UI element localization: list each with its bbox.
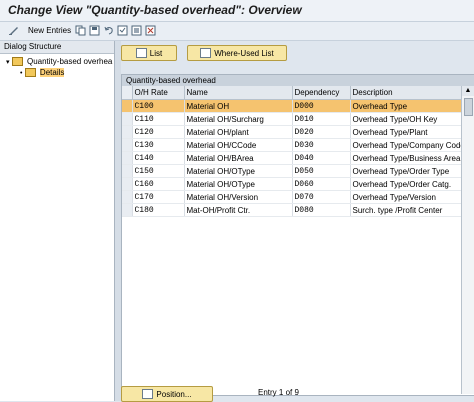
table-footer: Position... Entry 1 of 9 [121, 385, 474, 402]
position-button[interactable]: Position... [121, 386, 213, 402]
where-used-label: Where-Used List [214, 48, 274, 58]
dependency-cell[interactable]: D050 [292, 164, 351, 178]
column-header[interactable]: O/H Rate [132, 86, 185, 100]
column-header[interactable]: Description [350, 86, 462, 100]
window-title: Change View "Quantity-based overhead": O… [8, 3, 302, 17]
tree-item-label: Quantity-based overhea [26, 57, 113, 66]
oh-rate-cell[interactable]: C120 [132, 125, 185, 139]
name-cell[interactable]: Material OH/plant [184, 125, 293, 139]
table-title: Quantity-based overhead [122, 75, 474, 86]
table-grid: O/H Rate Name Dependency Description C10… [122, 86, 462, 217]
table-row[interactable]: C120 Material OH/plant D020 Overhead Typ… [122, 125, 462, 139]
title-bar: Change View "Quantity-based overhead": O… [0, 0, 474, 22]
oh-rate-cell[interactable]: C110 [132, 112, 185, 126]
oh-rate-cell[interactable]: C150 [132, 164, 185, 178]
select-all-icon[interactable] [117, 24, 129, 37]
name-cell[interactable]: Material OH/Version [184, 190, 293, 204]
position-button-label: Position... [156, 389, 192, 399]
tree-item-details[interactable]: • Details [20, 68, 114, 78]
list-button-label: List [149, 48, 163, 58]
row-selector[interactable] [122, 125, 133, 139]
vertical-scrollbar[interactable]: ▲ [461, 86, 474, 394]
description-cell[interactable]: Overhead Type/Plant [350, 125, 462, 139]
name-cell[interactable]: Material OH/OType [184, 177, 293, 191]
dependency-cell[interactable]: D020 [292, 125, 351, 139]
dialog-structure-panel: Dialog Structure ▾ Quantity-based overhe… [0, 41, 115, 401]
position-icon [142, 389, 154, 399]
where-used-icon [200, 48, 212, 58]
table-row[interactable]: C110 Material OH/Surcharg D010 Overhead … [122, 112, 462, 126]
copy-icon[interactable] [75, 24, 87, 37]
delete-icon[interactable] [145, 24, 157, 37]
dependency-cell[interactable]: D070 [292, 190, 351, 204]
row-selector[interactable] [122, 99, 133, 113]
description-cell[interactable]: Overhead Type [350, 99, 462, 113]
dependency-cell[interactable]: D060 [292, 177, 351, 191]
deselect-all-icon[interactable] [131, 24, 143, 37]
save-icon[interactable] [89, 24, 101, 37]
select-all-rows-cell[interactable] [122, 86, 133, 100]
list-icon [135, 48, 147, 58]
description-cell[interactable]: Surch. type /Profit Center [350, 203, 462, 217]
description-cell[interactable]: Overhead Type/Company Code [350, 138, 462, 152]
name-cell[interactable]: Material OH/Surcharg [184, 112, 293, 126]
table-row[interactable]: C140 Material OH/BArea D040 Overhead Typ… [122, 151, 462, 165]
description-cell[interactable]: Overhead Type/Business Area [350, 151, 462, 165]
oh-rate-cell[interactable]: C160 [132, 177, 185, 191]
folder-icon [11, 57, 23, 67]
name-cell[interactable]: Material OH/OType [184, 164, 293, 178]
data-table: Quantity-based overhead ▲ O/H Rate Name … [121, 74, 474, 396]
main-content: List Where-Used List Quantity-based over… [121, 41, 474, 402]
name-cell[interactable]: Mat-OH/Profit Ctr. [184, 203, 293, 217]
name-cell[interactable]: Material OH [184, 99, 293, 113]
new-entries-label: New Entries [28, 26, 72, 35]
dependency-cell[interactable]: D040 [292, 151, 351, 165]
table-row[interactable]: C100 Material OH D000 Overhead Type [122, 99, 462, 113]
scroll-up-icon[interactable]: ▲ [462, 86, 474, 96]
oh-rate-cell[interactable]: C170 [132, 190, 185, 204]
bullet-icon: • [20, 70, 23, 77]
scroll-thumb[interactable] [464, 98, 473, 116]
application-toolbar: New Entries [0, 22, 474, 41]
row-selector[interactable] [122, 112, 133, 126]
entry-counter: Entry 1 of 9 [258, 388, 299, 397]
column-header[interactable]: Dependency [292, 86, 351, 100]
row-selector[interactable] [122, 177, 133, 191]
table-row[interactable]: C180 Mat-OH/Profit Ctr. D080 Surch. type… [122, 203, 462, 217]
table-row[interactable]: C170 Material OH/Version D070 Overhead T… [122, 190, 462, 204]
tree-item-label: Details [39, 68, 65, 77]
row-selector[interactable] [122, 151, 133, 165]
description-cell[interactable]: Overhead Type/Version [350, 190, 462, 204]
row-selector[interactable] [122, 138, 133, 152]
row-selector[interactable] [122, 164, 133, 178]
dependency-cell[interactable]: D000 [292, 99, 351, 113]
row-selector[interactable] [122, 203, 133, 217]
oh-rate-cell[interactable]: C130 [132, 138, 185, 152]
dependency-cell[interactable]: D030 [292, 138, 351, 152]
dependency-cell[interactable]: D080 [292, 203, 351, 217]
row-selector[interactable] [122, 190, 133, 204]
expand-arrow-icon[interactable]: ▾ [6, 59, 10, 66]
table-row[interactable]: C130 Material OH/CCode D030 Overhead Typ… [122, 138, 462, 152]
list-button[interactable]: List [121, 45, 177, 61]
name-cell[interactable]: Material OH/BArea [184, 151, 293, 165]
oh-rate-cell[interactable]: C140 [132, 151, 185, 165]
new-entries-button[interactable]: New Entries [26, 24, 71, 37]
description-cell[interactable]: Overhead Type/Order Catg. [350, 177, 462, 191]
tree-item-quantity-based-overhead[interactable]: ▾ Quantity-based overhea [6, 57, 114, 67]
dependency-cell[interactable]: D010 [292, 112, 351, 126]
table-row[interactable]: C160 Material OH/OType D060 Overhead Typ… [122, 177, 462, 191]
edit-icon[interactable] [8, 24, 20, 37]
column-header[interactable]: Name [184, 86, 293, 100]
where-used-list-button[interactable]: Where-Used List [187, 45, 287, 61]
name-cell[interactable]: Material OH/CCode [184, 138, 293, 152]
oh-rate-cell[interactable]: C180 [132, 203, 185, 217]
dialog-structure-header: Dialog Structure [0, 41, 114, 54]
description-cell[interactable]: Overhead Type/Order Type [350, 164, 462, 178]
folder-icon [24, 68, 36, 78]
description-cell[interactable]: Overhead Type/OH Key [350, 112, 462, 126]
table-row[interactable]: C150 Material OH/OType D050 Overhead Typ… [122, 164, 462, 178]
undo-icon[interactable] [103, 24, 115, 37]
oh-rate-cell[interactable]: C100 [132, 99, 185, 113]
